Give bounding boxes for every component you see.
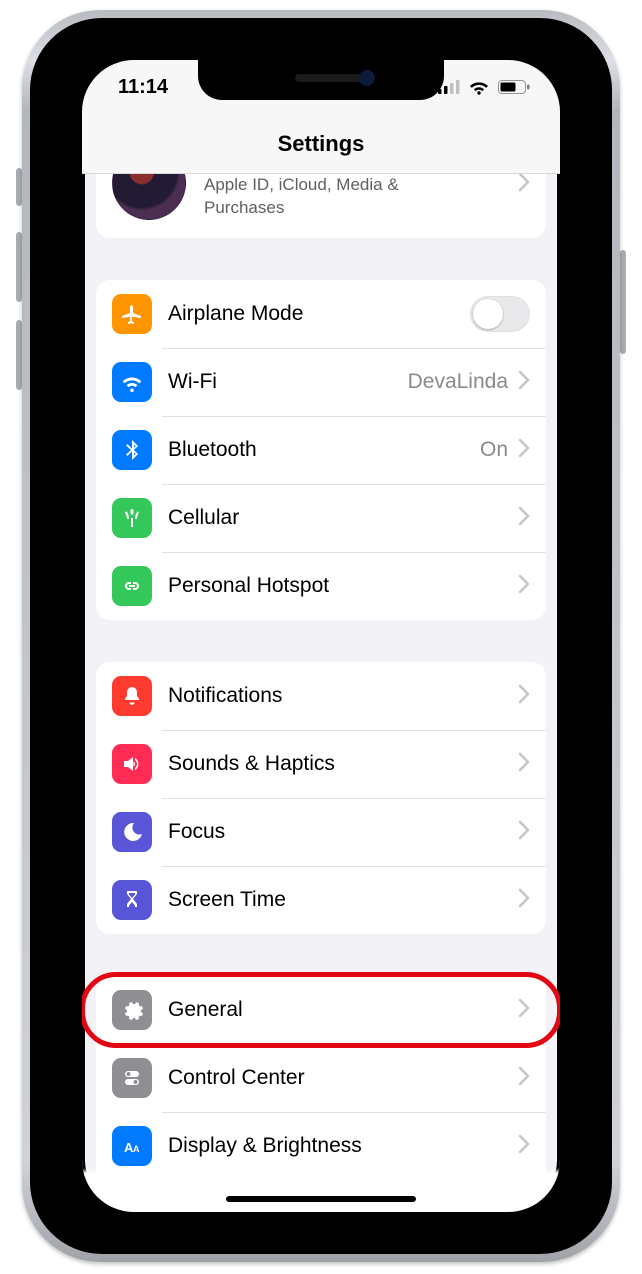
profile-row[interactable]: Apple ID, iCloud, Media & Purchases [96,174,546,238]
row-bluetooth[interactable]: Bluetooth On [96,416,546,484]
avatar [112,174,186,220]
row-focus[interactable]: Focus [96,798,546,866]
power-button [620,250,626,354]
status-time: 11:14 [118,76,192,99]
label-focus: Focus [168,820,518,844]
label-control-center: Control Center [168,1066,518,1090]
moon-icon [112,812,152,852]
profile-subtitle: Apple ID, iCloud, Media & Purchases [204,174,464,220]
chevron-right-icon [518,506,530,531]
speaker-icon [112,744,152,784]
hourglass-icon [112,880,152,920]
label-wifi: Wi-Fi [168,370,408,394]
home-indicator [226,1196,416,1202]
chevron-right-icon [518,370,530,395]
chevron-right-icon [518,174,530,197]
label-general: General [168,998,518,1022]
label-display: Display & Brightness [168,1134,518,1158]
label-screen-time: Screen Time [168,888,518,912]
value-bluetooth: On [480,438,508,462]
airplane-icon [112,294,152,334]
hotspot-icon [112,566,152,606]
screen: 11:14 [82,60,560,1212]
label-hotspot: Personal Hotspot [168,574,518,598]
profile-group: Apple ID, iCloud, Media & Purchases [96,174,546,238]
status-right [438,79,530,95]
chevron-right-icon [518,1066,530,1091]
label-cellular: Cellular [168,506,518,530]
row-personal-hotspot[interactable]: Personal Hotspot [96,552,546,620]
chevron-right-icon [518,752,530,777]
row-airplane-mode[interactable]: Airplane Mode [96,280,546,348]
row-display-brightness[interactable]: AA Display & Brightness [96,1112,546,1180]
cellular-icon [112,498,152,538]
device-frame: 11:14 [0,0,642,1274]
chevron-right-icon [518,998,530,1023]
page-title: Settings [278,131,365,157]
value-wifi: DevaLinda [408,370,508,394]
chevron-right-icon [518,820,530,845]
chevron-right-icon [518,888,530,913]
title-bar: Settings [82,114,560,174]
chevron-right-icon [518,574,530,599]
network-group: Airplane Mode Wi-Fi DevaLinda [96,280,546,620]
bezel-inner: 11:14 [30,18,612,1254]
switches-icon [112,1058,152,1098]
chevron-right-icon [518,438,530,463]
chevron-right-icon [518,1134,530,1159]
alerts-group: Notifications Sounds & Haptics [96,662,546,934]
gear-icon [112,990,152,1030]
row-screen-time[interactable]: Screen Time [96,866,546,934]
row-sounds-haptics[interactable]: Sounds & Haptics [96,730,546,798]
system-group: General [96,976,546,1180]
label-bluetooth: Bluetooth [168,438,480,462]
content[interactable]: Apple ID, iCloud, Media & Purchases Airp… [82,174,560,1180]
wifi-icon [112,362,152,402]
label-sounds: Sounds & Haptics [168,752,518,776]
svg-text:A: A [133,1144,140,1154]
row-wifi[interactable]: Wi-Fi DevaLinda [96,348,546,416]
row-general[interactable]: General [96,976,546,1044]
label-airplane-mode: Airplane Mode [168,302,470,326]
row-control-center[interactable]: Control Center [96,1044,546,1112]
chevron-right-icon [518,684,530,709]
bezel: 11:14 [22,10,620,1262]
bluetooth-icon [112,430,152,470]
airplane-toggle[interactable] [470,296,530,332]
notch [198,60,444,100]
bell-icon [112,676,152,716]
row-cellular[interactable]: Cellular [96,484,546,552]
text-size-icon: AA [112,1126,152,1166]
wifi-icon [468,79,490,95]
label-notifications: Notifications [168,684,518,708]
row-notifications[interactable]: Notifications [96,662,546,730]
battery-icon [498,80,530,94]
